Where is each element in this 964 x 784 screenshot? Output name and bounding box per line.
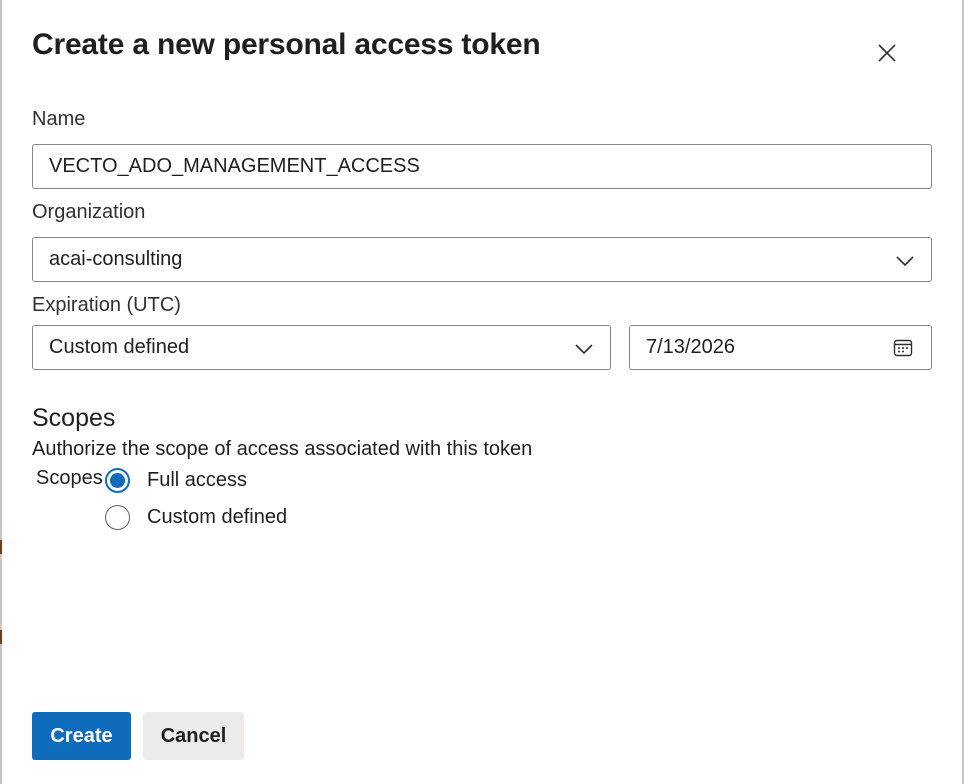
organization-dropdown[interactable]: acai-consulting [32,237,932,282]
expiration-preset-dropdown[interactable]: Custom defined [32,325,611,370]
expiration-label: Expiration (UTC) [32,294,181,316]
expiration-preset-value: Custom defined [49,336,190,358]
create-token-dialog: Create a new personal access token Name … [2,0,960,784]
cancel-button[interactable]: Cancel [143,712,244,760]
expiration-date-value: 7/13/2026 [646,336,735,358]
calendar-icon[interactable] [893,338,913,358]
close-button[interactable] [870,36,904,70]
chevron-down-icon [896,256,914,267]
scopes-group-label: Scopes [36,467,103,489]
name-label: Name [32,108,86,130]
scopes-title: Scopes [32,404,116,432]
create-button[interactable]: Create [32,712,131,760]
name-input[interactable]: VECTO_ADO_MANAGEMENT_ACCESS [32,144,932,189]
name-input-value: VECTO_ADO_MANAGEMENT_ACCESS [49,155,420,177]
scope-option-full-access[interactable]: Full access [105,468,247,493]
organization-value: acai-consulting [49,248,183,270]
scope-option-custom-defined[interactable]: Custom defined [105,505,287,530]
dialog-title: Create a new personal access token [32,28,541,61]
expiration-date-picker[interactable]: 7/13/2026 [629,325,932,370]
radio-custom-defined[interactable] [105,505,130,530]
radio-full-access[interactable] [105,468,130,493]
organization-label: Organization [32,201,146,223]
radio-label-custom-defined: Custom defined [147,506,288,528]
close-icon [878,44,896,62]
chevron-down-icon [575,344,593,355]
scopes-description: Authorize the scope of access associated… [32,438,533,460]
radio-label-full-access: Full access [147,469,248,491]
